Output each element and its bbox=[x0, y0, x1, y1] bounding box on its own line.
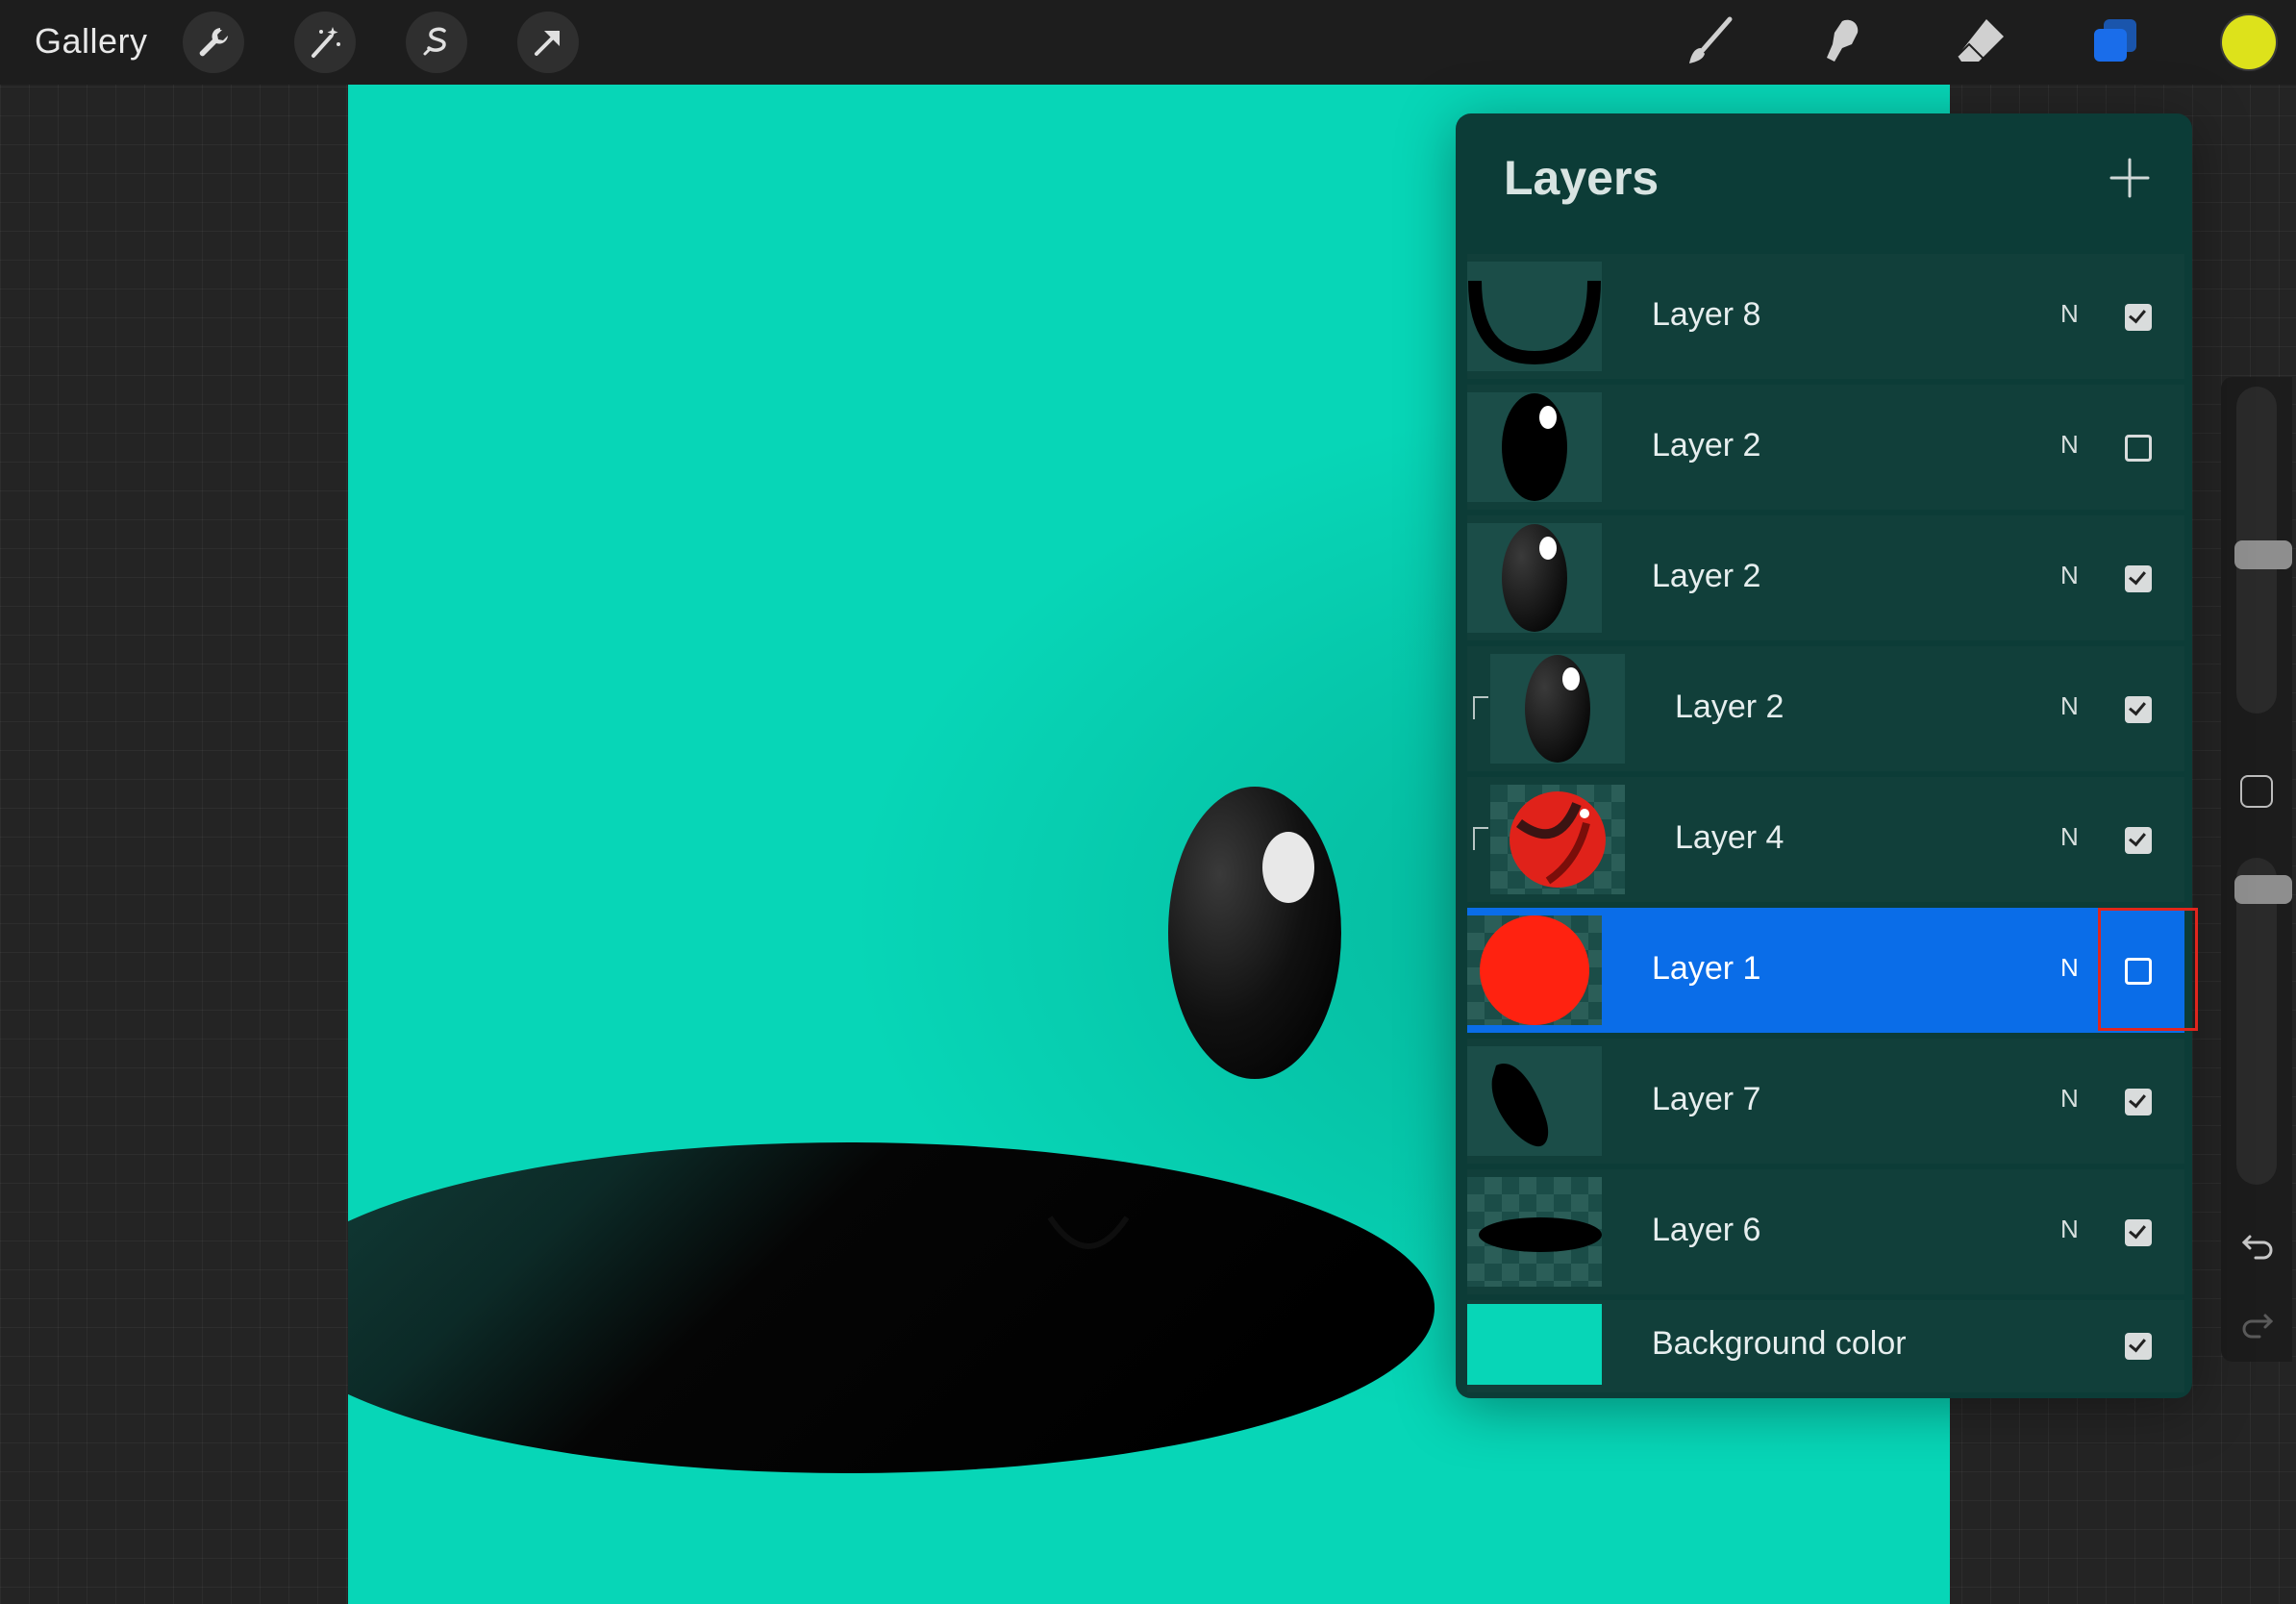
layer-row[interactable]: Layer 2 N bbox=[1467, 515, 2184, 640]
visibility-checkbox[interactable] bbox=[2125, 304, 2152, 331]
eraser-icon[interactable] bbox=[1950, 12, 2011, 73]
background-color-swatch[interactable] bbox=[1467, 1304, 1602, 1385]
redo-icon[interactable] bbox=[2238, 1306, 2277, 1344]
layer-name: Layer 1 bbox=[1652, 950, 1761, 987]
blend-mode-button[interactable]: N bbox=[2060, 561, 2079, 590]
selection-icon[interactable] bbox=[406, 12, 467, 73]
opacity-slider[interactable] bbox=[2234, 858, 2292, 1185]
visibility-checkbox[interactable] bbox=[2125, 1089, 2152, 1115]
layer-row[interactable]: Layer 4 N bbox=[1467, 777, 2184, 902]
layer-name: Layer 2 bbox=[1675, 689, 1784, 725]
highlight-box bbox=[2098, 908, 2198, 1031]
blend-mode-button[interactable]: N bbox=[2060, 953, 2079, 983]
layer-name: Layer 2 bbox=[1652, 427, 1761, 464]
layer-thumbnail bbox=[1467, 1177, 1602, 1287]
layer-row[interactable]: Layer 2 N bbox=[1467, 646, 2184, 771]
color-picker-swatch[interactable] bbox=[2222, 15, 2276, 69]
add-layer-button[interactable] bbox=[2106, 154, 2154, 202]
brush-icon[interactable] bbox=[1680, 12, 1741, 73]
layer-thumbnail bbox=[1490, 654, 1625, 764]
magic-wand-icon[interactable] bbox=[294, 12, 356, 73]
undo-icon[interactable] bbox=[2238, 1227, 2277, 1266]
layer-row[interactable]: Layer 7 N bbox=[1467, 1039, 2184, 1164]
gallery-button[interactable]: Gallery bbox=[35, 21, 148, 62]
side-slider-bar bbox=[2221, 377, 2292, 1362]
layer-thumbnail bbox=[1490, 785, 1625, 894]
layer-row[interactable]: Layer 8 N bbox=[1467, 254, 2184, 379]
layers-panel: Layers Layer 8 N Layer 2 N Layer 2 N Lay… bbox=[1456, 113, 2198, 1398]
plus-icon bbox=[2109, 158, 2150, 198]
layer-thumbnail bbox=[1467, 262, 1602, 371]
visibility-checkbox[interactable] bbox=[2125, 827, 2152, 854]
layer-thumbnail bbox=[1467, 1046, 1602, 1156]
blend-mode-button[interactable]: N bbox=[2060, 822, 2079, 852]
wrench-icon[interactable] bbox=[183, 12, 244, 73]
layer-row-selected[interactable]: Layer 1 N bbox=[1467, 908, 2198, 1033]
brush-size-thumb[interactable] bbox=[2234, 540, 2292, 569]
blend-mode-button[interactable]: N bbox=[2060, 1215, 2079, 1244]
clipping-mask-icon bbox=[1473, 696, 1488, 719]
layer-name: Background color bbox=[1652, 1325, 1907, 1362]
visibility-checkbox[interactable] bbox=[2125, 696, 2152, 723]
blend-mode-button[interactable]: N bbox=[2060, 299, 2079, 329]
move-arrow-icon[interactable] bbox=[517, 12, 579, 73]
visibility-checkbox[interactable] bbox=[2125, 1219, 2152, 1246]
brush-size-slider[interactable] bbox=[2234, 387, 2292, 714]
smudge-icon[interactable] bbox=[1811, 12, 1873, 73]
blend-mode-button[interactable]: N bbox=[2060, 430, 2079, 460]
background-color-row[interactable]: Background color bbox=[1467, 1300, 2184, 1392]
layer-name: Layer 7 bbox=[1652, 1081, 1761, 1117]
visibility-checkbox[interactable] bbox=[2125, 1333, 2152, 1360]
layer-row[interactable]: Layer 2 N bbox=[1467, 385, 2184, 510]
layer-thumbnail bbox=[1467, 392, 1602, 502]
blend-mode-button[interactable]: N bbox=[2060, 1084, 2079, 1114]
eye-shape bbox=[1168, 787, 1341, 1079]
blend-mode-button[interactable]: N bbox=[2060, 691, 2079, 721]
layer-thumbnail bbox=[1467, 915, 1602, 1025]
layer-row[interactable]: Layer 6 N bbox=[1467, 1169, 2184, 1294]
layer-name: Layer 4 bbox=[1675, 819, 1784, 856]
layer-thumbnail bbox=[1467, 523, 1602, 633]
clipping-mask-icon bbox=[1473, 827, 1488, 850]
opacity-thumb[interactable] bbox=[2234, 875, 2292, 904]
modify-button[interactable] bbox=[2240, 775, 2273, 808]
visibility-checkbox[interactable] bbox=[2125, 435, 2152, 462]
eye-highlight bbox=[1262, 832, 1314, 903]
layer-name: Layer 8 bbox=[1652, 296, 1761, 333]
mouth-shape bbox=[348, 1142, 1435, 1473]
top-toolbar: Gallery bbox=[0, 0, 2296, 85]
visibility-checkbox[interactable] bbox=[2125, 565, 2152, 592]
panel-title: Layers bbox=[1504, 151, 1660, 205]
layer-name: Layer 6 bbox=[1652, 1212, 1761, 1248]
layer-name: Layer 2 bbox=[1652, 558, 1761, 594]
layers-icon[interactable] bbox=[2084, 12, 2146, 73]
